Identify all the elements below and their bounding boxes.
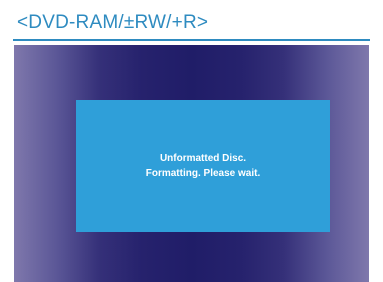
format-message-dialog: Unformatted Disc. Formatting. Please wai… bbox=[76, 100, 330, 232]
formatting-wait-message: Formatting. Please wait. bbox=[145, 168, 261, 179]
page-title: <DVD-RAM/±RW/+R> bbox=[17, 12, 209, 33]
title-underline bbox=[13, 39, 370, 41]
unformatted-disc-message: Unformatted Disc. bbox=[159, 153, 247, 164]
tv-screen: Unformatted Disc. Formatting. Please wai… bbox=[14, 45, 369, 282]
